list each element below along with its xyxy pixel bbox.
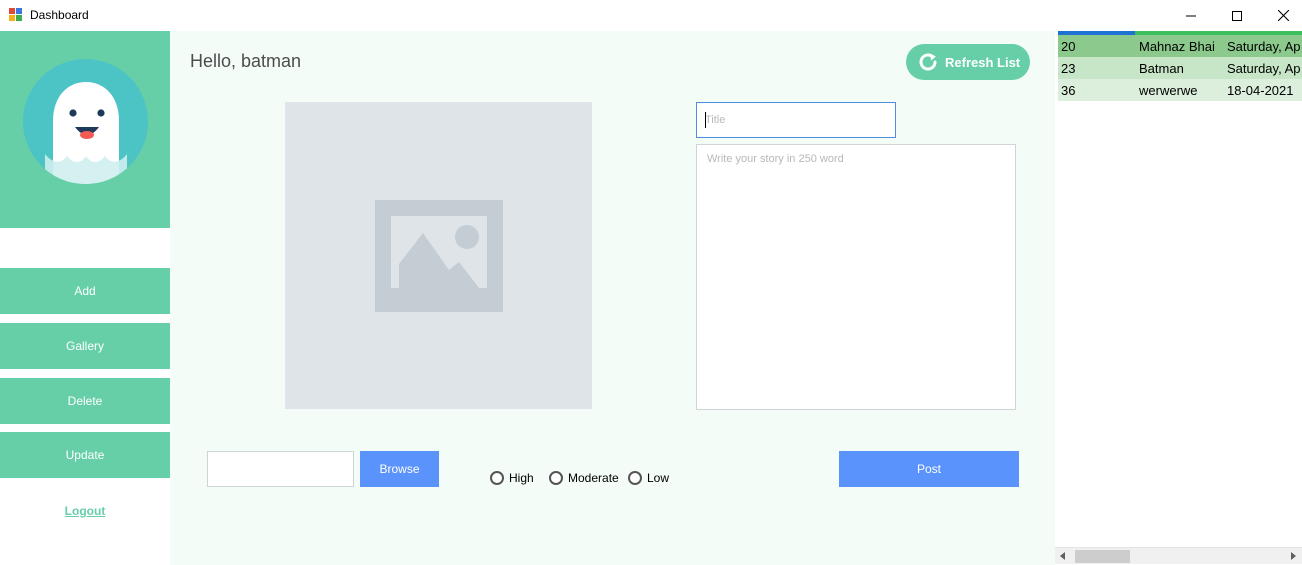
logout-link[interactable]: Logout — [0, 504, 170, 518]
row-date-cell: Saturday, Ap — [1227, 61, 1301, 76]
table-row[interactable]: 36 werwerwe 18-04-2021 — [1058, 79, 1302, 101]
priority-moderate-label: Moderate — [568, 471, 619, 485]
browse-button[interactable]: Browse — [360, 451, 439, 487]
table-row[interactable]: 20 Mahnaz Bhai Saturday, Ap — [1058, 35, 1302, 57]
row-date-cell: 18-04-2021 — [1227, 83, 1294, 98]
scroll-left-icon[interactable] — [1058, 551, 1068, 561]
row-date-cell: Saturday, Ap — [1227, 39, 1301, 54]
row-name-cell: werwerwe — [1139, 83, 1198, 98]
post-button[interactable]: Post — [839, 451, 1019, 487]
image-placeholder-icon — [374, 199, 503, 312]
window-title: Dashboard — [30, 8, 89, 22]
radio-circle-icon — [628, 471, 642, 485]
ghost-avatar-icon — [45, 82, 127, 184]
close-icon — [1277, 10, 1289, 21]
gallery-button[interactable]: Gallery — [0, 323, 170, 369]
row-id-cell: 23 — [1061, 61, 1076, 76]
maximize-icon — [1232, 10, 1242, 21]
minimize-icon — [1186, 15, 1196, 16]
row-name-cell: Batman — [1139, 61, 1184, 76]
priority-low-label: Low — [647, 471, 670, 485]
title-input[interactable] — [696, 102, 896, 138]
row-name-cell: Mahnaz Bhai — [1139, 39, 1215, 54]
priority-moderate-radio[interactable]: Moderate — [549, 471, 619, 485]
table-row[interactable]: 23 Batman Saturday, Ap — [1058, 57, 1302, 79]
row-id-cell: 36 — [1061, 83, 1076, 98]
priority-high-radio[interactable]: High — [490, 471, 534, 485]
title-bar: Dashboard — [0, 0, 1302, 31]
add-button[interactable]: Add — [0, 268, 170, 314]
update-button[interactable]: Update — [0, 432, 170, 478]
minimize-button[interactable] — [1168, 0, 1214, 31]
maximize-button[interactable] — [1214, 0, 1260, 31]
image-preview — [285, 102, 592, 409]
refresh-list-button[interactable]: Refresh List — [906, 44, 1030, 80]
main-panel: Hello, batman Refresh List Browse High M… — [170, 31, 1055, 565]
priority-low-radio[interactable]: Low — [628, 471, 669, 485]
image-path-input[interactable] — [207, 451, 354, 487]
scrollbar-thumb[interactable] — [1075, 550, 1130, 563]
avatar — [23, 59, 148, 184]
dashboard-app-icon — [9, 8, 23, 22]
scroll-right-icon[interactable] — [1288, 551, 1298, 561]
sidebar: Add Gallery Delete Update Logout — [0, 31, 170, 565]
refresh-list-label: Refresh List — [945, 54, 1021, 70]
refresh-icon — [917, 51, 939, 73]
text-caret — [705, 112, 706, 128]
radio-circle-icon — [490, 471, 504, 485]
story-textarea[interactable] — [696, 144, 1016, 410]
horizontal-scrollbar[interactable] — [1055, 547, 1302, 564]
close-button[interactable] — [1260, 0, 1302, 31]
sidebar-header — [0, 31, 170, 228]
radio-circle-icon — [549, 471, 563, 485]
priority-high-label: High — [509, 471, 534, 485]
delete-button[interactable]: Delete — [0, 378, 170, 424]
posts-grid: 20 Mahnaz Bhai Saturday, Ap 23 Batman Sa… — [1055, 31, 1302, 565]
row-id-cell: 20 — [1061, 39, 1076, 54]
greeting: Hello, batman — [190, 51, 302, 71]
